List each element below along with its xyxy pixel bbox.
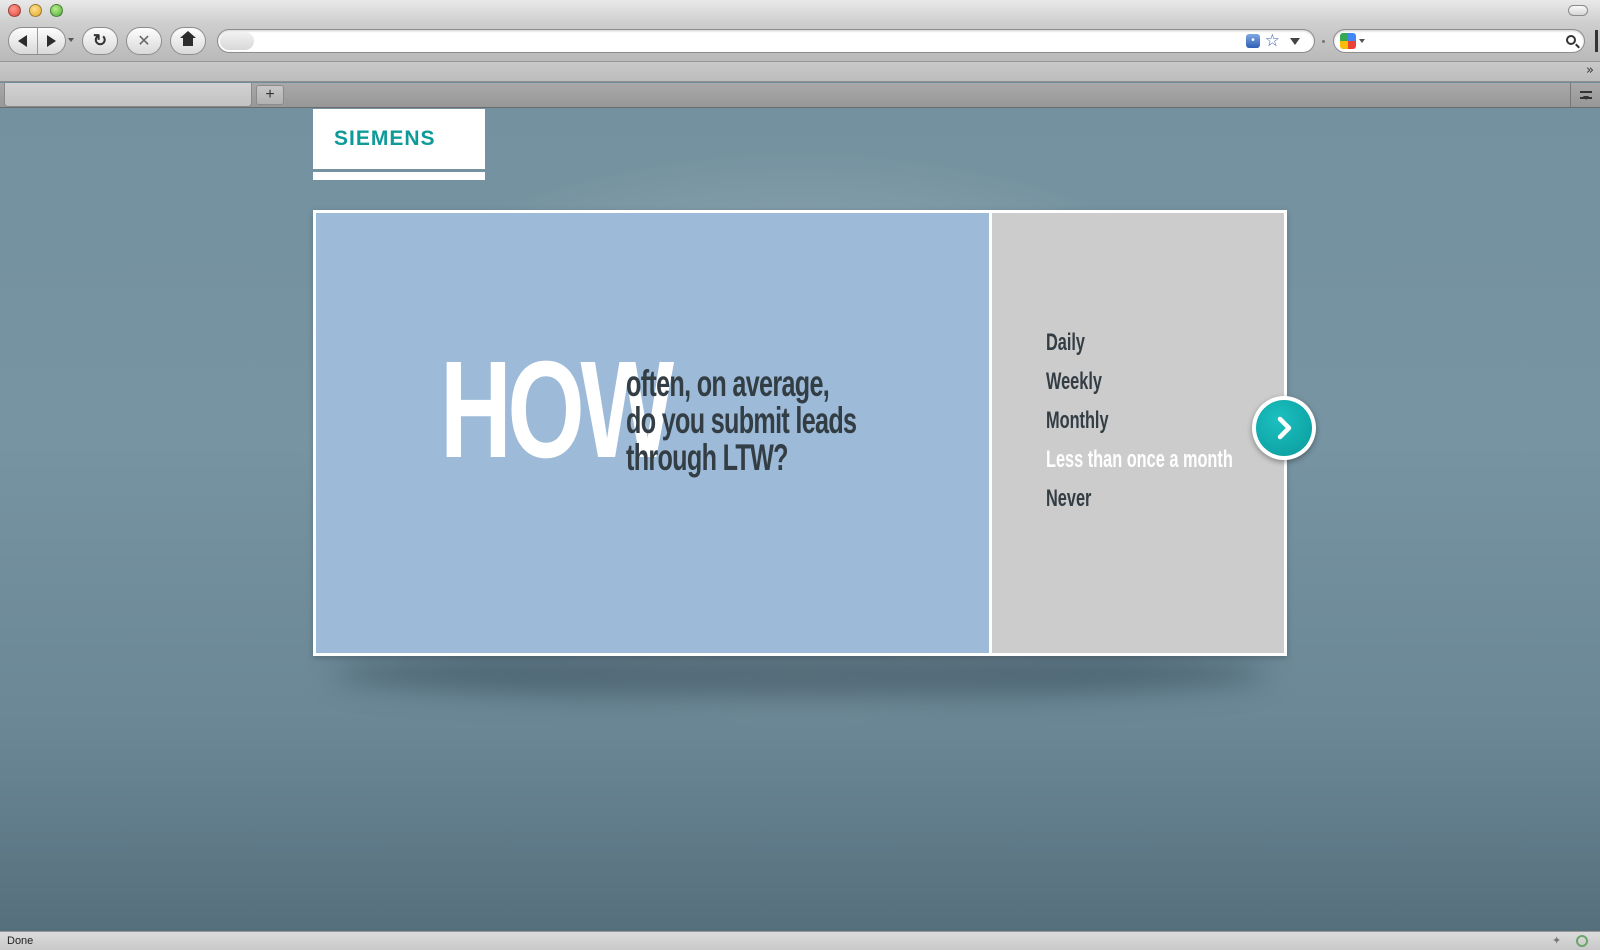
search-input[interactable] [1368, 32, 1558, 50]
site-identity-button[interactable] [220, 32, 254, 50]
search-icon[interactable] [1566, 35, 1576, 45]
toolbar-edge-handle [1595, 30, 1598, 52]
sync-icon[interactable] [1576, 935, 1588, 947]
window-minimize-button[interactable] [29, 4, 42, 17]
window-zoom-button[interactable] [50, 4, 63, 17]
window-close-button[interactable] [8, 4, 21, 17]
url-input[interactable] [258, 32, 1238, 50]
reload-icon: ↻ [92, 31, 108, 50]
page-viewport: SIEMENS HOW often, on average, do you su… [0, 108, 1600, 931]
chevron-right-icon [1277, 416, 1292, 440]
bookmarks-overflow-button[interactable]: » [1586, 63, 1594, 78]
history-dropdown-icon[interactable] [68, 38, 74, 42]
answer-option-monthly[interactable]: Monthly [1046, 407, 1109, 435]
answer-option-never[interactable]: Never [1046, 485, 1091, 513]
rss-feed-icon[interactable]: • [1246, 34, 1260, 48]
logo-text: SIEMENS [334, 127, 436, 150]
next-button[interactable] [1252, 396, 1316, 460]
url-history-dropdown-icon[interactable] [1290, 38, 1300, 45]
question-emphasis: HOW [440, 333, 674, 487]
stop-button[interactable]: ✕ [126, 27, 162, 55]
answers-panel: Daily Weekly Monthly Less than once a mo… [992, 213, 1284, 653]
question-line: often, on average, [626, 363, 830, 404]
tab-active[interactable] [4, 83, 252, 107]
answer-option-less-than-monthly[interactable]: Less than once a month [1046, 446, 1233, 474]
home-button[interactable] [170, 27, 206, 55]
question-line: do you submit leads [626, 400, 857, 441]
answer-option-daily[interactable]: Daily [1046, 329, 1085, 357]
engine-dropdown-icon[interactable] [1359, 39, 1365, 43]
bookmark-star-icon[interactable]: ☆ [1265, 31, 1280, 51]
close-icon: ✕ [137, 33, 151, 50]
status-bar: Done ✦ [0, 931, 1600, 950]
arrow-right-icon [46, 35, 56, 47]
window-titlebar [0, 0, 1600, 22]
address-bar[interactable]: • ☆ [217, 29, 1315, 53]
back-button[interactable] [9, 28, 37, 54]
question-line: through LTW? [626, 437, 789, 478]
navigation-toolbar: ↻ ✕ • ☆ [0, 22, 1600, 62]
status-text: Done [7, 935, 34, 947]
arrow-left-icon [18, 35, 28, 47]
bookmarks-toolbar: » [0, 62, 1600, 82]
new-tab-button[interactable]: + [256, 85, 284, 105]
back-forward-group [8, 27, 66, 55]
survey-card: HOW often, on average, do you submit lea… [313, 210, 1287, 656]
tab-strip: + [0, 83, 1600, 108]
search-bar[interactable] [1333, 29, 1585, 53]
siemens-logo[interactable]: SIEMENS [313, 109, 485, 169]
list-all-tabs-icon [1579, 91, 1592, 100]
reload-button[interactable]: ↻ [82, 27, 118, 55]
question-text: often, on average, do you submit leads t… [626, 365, 926, 476]
question-panel: HOW often, on average, do you submit lea… [316, 213, 989, 653]
answer-option-weekly[interactable]: Weekly [1046, 368, 1102, 396]
logo-underline [313, 172, 485, 180]
tab-list-button[interactable] [1570, 83, 1600, 107]
next-button-face [1256, 400, 1312, 456]
home-icon [180, 31, 196, 47]
addon-icon[interactable]: ✦ [1552, 935, 1564, 947]
toolbar-separator [1322, 40, 1325, 43]
search-engine-icon[interactable] [1340, 33, 1356, 49]
toolbar-toggle-button[interactable] [1568, 5, 1588, 16]
forward-button[interactable] [37, 28, 65, 54]
